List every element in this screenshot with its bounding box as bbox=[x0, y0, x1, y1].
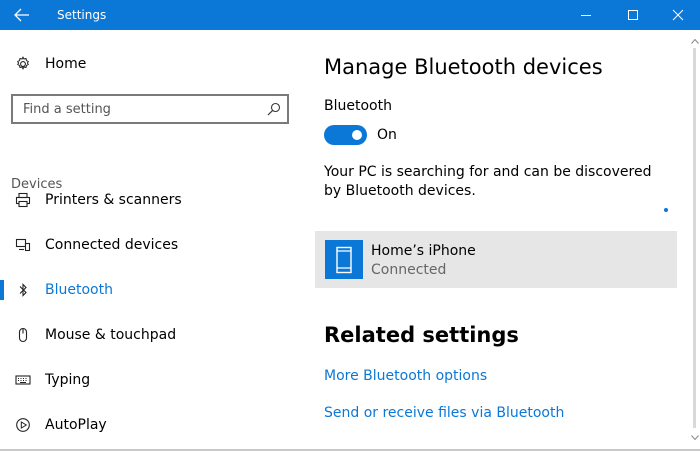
keyboard-icon bbox=[14, 371, 32, 389]
send-receive-files-link[interactable]: Send or receive files via Bluetooth bbox=[324, 405, 564, 421]
mouse-icon bbox=[14, 326, 32, 344]
minimize-button[interactable] bbox=[563, 0, 609, 30]
back-button[interactable] bbox=[0, 0, 44, 30]
sidebar-item-mouse[interactable]: Mouse & touchpad bbox=[0, 315, 300, 355]
sidebar-item-label: Bluetooth bbox=[45, 282, 113, 298]
sidebar-item-label: Connected devices bbox=[45, 237, 179, 253]
autoplay-icon bbox=[14, 416, 32, 434]
sidebar-item-connected-devices[interactable]: Connected devices bbox=[0, 225, 300, 265]
back-arrow-icon bbox=[14, 8, 29, 22]
device-status: Connected bbox=[371, 262, 447, 278]
page-title: Manage Bluetooth devices bbox=[324, 55, 603, 79]
related-settings-title: Related settings bbox=[324, 323, 519, 347]
scrollbar[interactable] bbox=[690, 30, 700, 451]
window-title: Settings bbox=[57, 8, 107, 22]
toggle-knob bbox=[352, 130, 362, 140]
gear-icon bbox=[14, 55, 32, 73]
progress-indicator bbox=[664, 208, 668, 212]
device-name: Home’s iPhone bbox=[371, 243, 476, 259]
search-icon bbox=[267, 102, 281, 116]
minimize-icon bbox=[581, 15, 591, 16]
sidebar-item-autoplay[interactable]: AutoPlay bbox=[0, 405, 300, 445]
sidebar-item-label: Home bbox=[45, 56, 87, 72]
bluetooth-toggle[interactable] bbox=[324, 125, 367, 145]
toggle-state-label: On bbox=[377, 127, 397, 143]
close-button[interactable] bbox=[655, 0, 700, 30]
device-icon-tile bbox=[325, 240, 363, 279]
search-input[interactable] bbox=[13, 96, 257, 122]
scroll-down-arrow-icon[interactable] bbox=[691, 435, 699, 441]
device-item[interactable]: Home’s iPhone Connected bbox=[315, 231, 677, 288]
more-bluetooth-options-link[interactable]: More Bluetooth options bbox=[324, 368, 487, 384]
bluetooth-icon bbox=[14, 281, 32, 299]
maximize-icon bbox=[628, 10, 638, 20]
connected-devices-icon bbox=[14, 236, 32, 254]
sidebar-item-typing[interactable]: Typing bbox=[0, 360, 300, 400]
search-box[interactable] bbox=[11, 94, 289, 124]
sidebar-item-printers[interactable]: Printers & scanners bbox=[0, 180, 300, 220]
searching-status-text: Your PC is searching for and can be disc… bbox=[324, 164, 652, 199]
scrollbar-thumb[interactable] bbox=[693, 48, 696, 428]
sidebar-item-home[interactable]: Home bbox=[0, 44, 300, 84]
main-content: Manage Bluetooth devices Bluetooth On Yo… bbox=[305, 30, 685, 451]
maximize-button[interactable] bbox=[610, 0, 656, 30]
sidebar-item-label: Mouse & touchpad bbox=[45, 327, 177, 343]
sidebar: Home Devices Printers & scanners Connect… bbox=[0, 30, 305, 451]
scroll-up-arrow-icon[interactable] bbox=[691, 38, 699, 44]
sidebar-item-label: Printers & scanners bbox=[45, 192, 182, 208]
bluetooth-label: Bluetooth bbox=[324, 98, 392, 114]
close-icon bbox=[672, 9, 684, 21]
title-bar: Settings bbox=[0, 0, 700, 30]
phone-icon bbox=[336, 246, 352, 273]
active-indicator bbox=[0, 280, 4, 300]
sidebar-item-label: Typing bbox=[45, 372, 91, 388]
printer-icon bbox=[14, 191, 32, 209]
sidebar-item-label: AutoPlay bbox=[45, 417, 107, 433]
sidebar-item-bluetooth[interactable]: Bluetooth bbox=[0, 270, 300, 310]
